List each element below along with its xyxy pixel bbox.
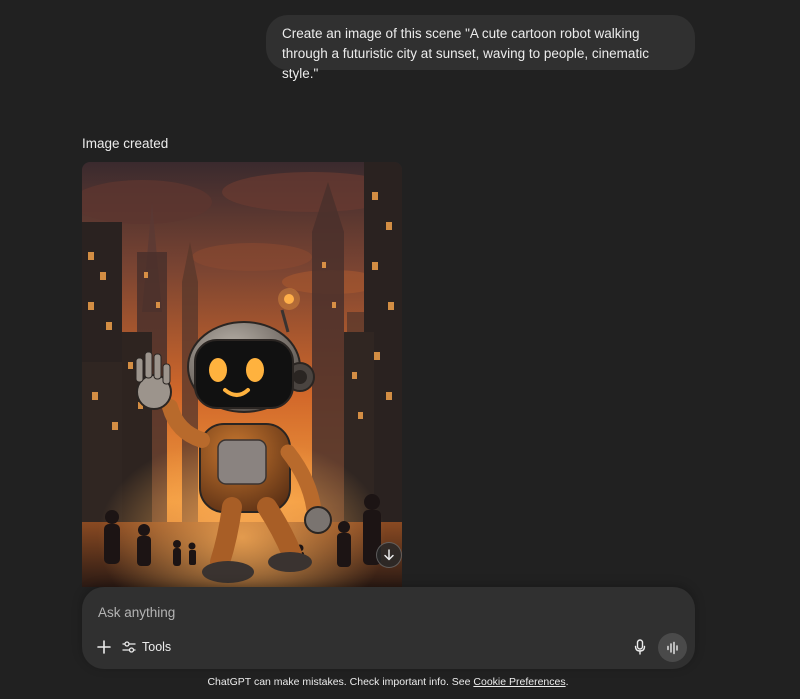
tools-label: Tools xyxy=(142,640,172,654)
sliders-icon xyxy=(122,641,136,653)
robot-city-illustration xyxy=(82,162,402,587)
footer-disclaimer: ChatGPT can make mistakes. Check importa… xyxy=(0,676,776,688)
plus-icon xyxy=(97,640,111,654)
voice-waveform-icon xyxy=(666,641,678,654)
tools-button[interactable]: Tools xyxy=(122,636,171,658)
image-created-label: Image created xyxy=(82,136,169,151)
generated-image[interactable] xyxy=(82,162,402,587)
voice-mode-button[interactable] xyxy=(658,633,687,662)
download-button[interactable] xyxy=(376,542,402,568)
download-arrow-icon xyxy=(384,549,394,561)
user-message-bubble: Create an image of this scene "A cute ca… xyxy=(266,15,695,81)
disclaimer-end: . xyxy=(565,676,569,688)
add-attachment-button[interactable] xyxy=(94,637,114,657)
disclaimer-text: ChatGPT can make mistakes. Check importa… xyxy=(207,676,471,688)
microphone-icon xyxy=(634,639,646,655)
chat-page: Create an image of this scene "A cute ca… xyxy=(0,0,800,699)
message-input[interactable] xyxy=(98,602,658,622)
cookie-preferences-link[interactable]: Cookie Preferences xyxy=(473,676,565,688)
user-message-text: Create an image of this scene "A cute ca… xyxy=(282,26,649,81)
message-composer: Tools xyxy=(82,587,695,669)
dictate-button[interactable] xyxy=(630,637,650,657)
